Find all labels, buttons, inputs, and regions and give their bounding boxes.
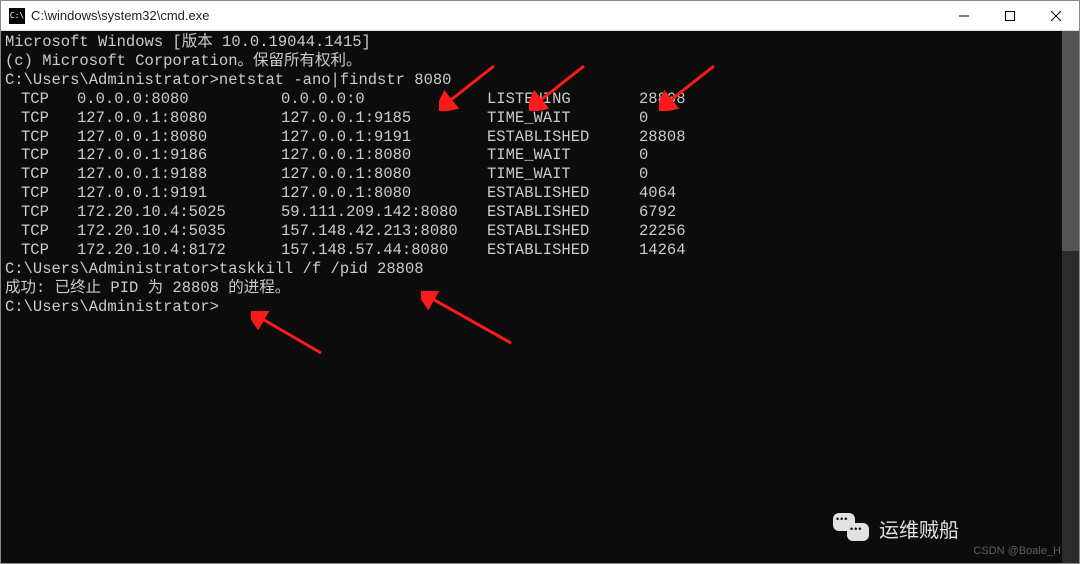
col-foreign: 157.148.42.213:8080 bbox=[281, 222, 487, 241]
col-foreign: 127.0.0.1:8080 bbox=[281, 146, 487, 165]
minimize-button[interactable] bbox=[941, 1, 987, 31]
netstat-row: TCP127.0.0.1:8080127.0.0.1:9185TIME_WAIT… bbox=[5, 109, 1058, 128]
maximize-button[interactable] bbox=[987, 1, 1033, 31]
col-proto: TCP bbox=[5, 203, 77, 222]
col-foreign: 127.0.0.1:8080 bbox=[281, 165, 487, 184]
close-button[interactable] bbox=[1033, 1, 1079, 31]
vertical-scrollbar[interactable] bbox=[1062, 31, 1079, 563]
minimize-icon bbox=[959, 11, 969, 21]
window-title: C:\windows\system32\cmd.exe bbox=[31, 8, 209, 23]
col-foreign: 127.0.0.1:8080 bbox=[281, 184, 487, 203]
col-proto: TCP bbox=[5, 128, 77, 147]
col-state: LISTENING bbox=[487, 90, 639, 109]
col-local: 127.0.0.1:9188 bbox=[77, 165, 281, 184]
col-state: ESTABLISHED bbox=[487, 222, 639, 241]
col-proto: TCP bbox=[5, 184, 77, 203]
col-state: TIME_WAIT bbox=[487, 146, 639, 165]
col-foreign: 127.0.0.1:9191 bbox=[281, 128, 487, 147]
col-pid: 6792 bbox=[639, 203, 676, 222]
col-pid: 28808 bbox=[639, 128, 686, 147]
netstat-row: TCP127.0.0.1:9191127.0.0.1:8080ESTABLISH… bbox=[5, 184, 1058, 203]
col-state: ESTABLISHED bbox=[487, 184, 639, 203]
col-pid: 4064 bbox=[639, 184, 676, 203]
col-foreign: 0.0.0.0:0 bbox=[281, 90, 487, 109]
netstat-row: TCP172.20.10.4:502559.111.209.142:8080ES… bbox=[5, 203, 1058, 222]
col-foreign: 127.0.0.1:9185 bbox=[281, 109, 487, 128]
watermark-brand: 运维贼船 bbox=[833, 513, 959, 543]
console-area: Microsoft Windows [版本 10.0.19044.1415](c… bbox=[1, 31, 1079, 563]
scrollbar-thumb[interactable] bbox=[1062, 31, 1079, 251]
col-foreign: 157.148.57.44:8080 bbox=[281, 241, 487, 260]
col-pid: 14264 bbox=[639, 241, 686, 260]
col-state: TIME_WAIT bbox=[487, 109, 639, 128]
netstat-row: TCP172.20.10.4:8172157.148.57.44:8080EST… bbox=[5, 241, 1058, 260]
close-icon bbox=[1051, 11, 1061, 21]
col-local: 172.20.10.4:5025 bbox=[77, 203, 281, 222]
col-proto: TCP bbox=[5, 109, 77, 128]
console-output[interactable]: Microsoft Windows [版本 10.0.19044.1415](c… bbox=[1, 31, 1062, 563]
col-state: ESTABLISHED bbox=[487, 203, 639, 222]
cmd-icon: C:\ bbox=[9, 8, 25, 24]
col-pid: 0 bbox=[639, 165, 648, 184]
cmd-window: C:\ C:\windows\system32\cmd.exe Microsof… bbox=[0, 0, 1080, 564]
col-local: 127.0.0.1:8080 bbox=[77, 109, 281, 128]
netstat-row: TCP172.20.10.4:5035157.148.42.213:8080ES… bbox=[5, 222, 1058, 241]
watermark-brand-text: 运维贼船 bbox=[879, 514, 959, 543]
col-state: ESTABLISHED bbox=[487, 241, 639, 260]
col-proto: TCP bbox=[5, 90, 77, 109]
maximize-icon bbox=[1005, 11, 1015, 21]
col-pid: 0 bbox=[639, 146, 648, 165]
col-local: 0.0.0.0:8080 bbox=[77, 90, 281, 109]
col-local: 172.20.10.4:5035 bbox=[77, 222, 281, 241]
chat-bubbles-icon bbox=[833, 513, 871, 543]
col-local: 127.0.0.1:9186 bbox=[77, 146, 281, 165]
col-proto: TCP bbox=[5, 222, 77, 241]
col-state: ESTABLISHED bbox=[487, 128, 639, 147]
col-pid: 28808 bbox=[639, 90, 686, 109]
col-proto: TCP bbox=[5, 165, 77, 184]
netstat-row: TCP127.0.0.1:9188127.0.0.1:8080TIME_WAIT… bbox=[5, 165, 1058, 184]
col-local: 127.0.0.1:8080 bbox=[77, 128, 281, 147]
col-pid: 0 bbox=[639, 109, 648, 128]
netstat-row: TCP127.0.0.1:8080127.0.0.1:9191ESTABLISH… bbox=[5, 128, 1058, 147]
col-proto: TCP bbox=[5, 241, 77, 260]
col-pid: 22256 bbox=[639, 222, 686, 241]
netstat-row: TCP0.0.0.0:80800.0.0.0:0LISTENING28808 bbox=[5, 90, 1058, 109]
col-state: TIME_WAIT bbox=[487, 165, 639, 184]
watermark-csdn: CSDN @Boale_H bbox=[973, 545, 1061, 557]
netstat-row: TCP127.0.0.1:9186127.0.0.1:8080TIME_WAIT… bbox=[5, 146, 1058, 165]
title-bar[interactable]: C:\ C:\windows\system32\cmd.exe bbox=[1, 1, 1079, 31]
col-proto: TCP bbox=[5, 146, 77, 165]
col-local: 172.20.10.4:8172 bbox=[77, 241, 281, 260]
col-foreign: 59.111.209.142:8080 bbox=[281, 203, 487, 222]
col-local: 127.0.0.1:9191 bbox=[77, 184, 281, 203]
